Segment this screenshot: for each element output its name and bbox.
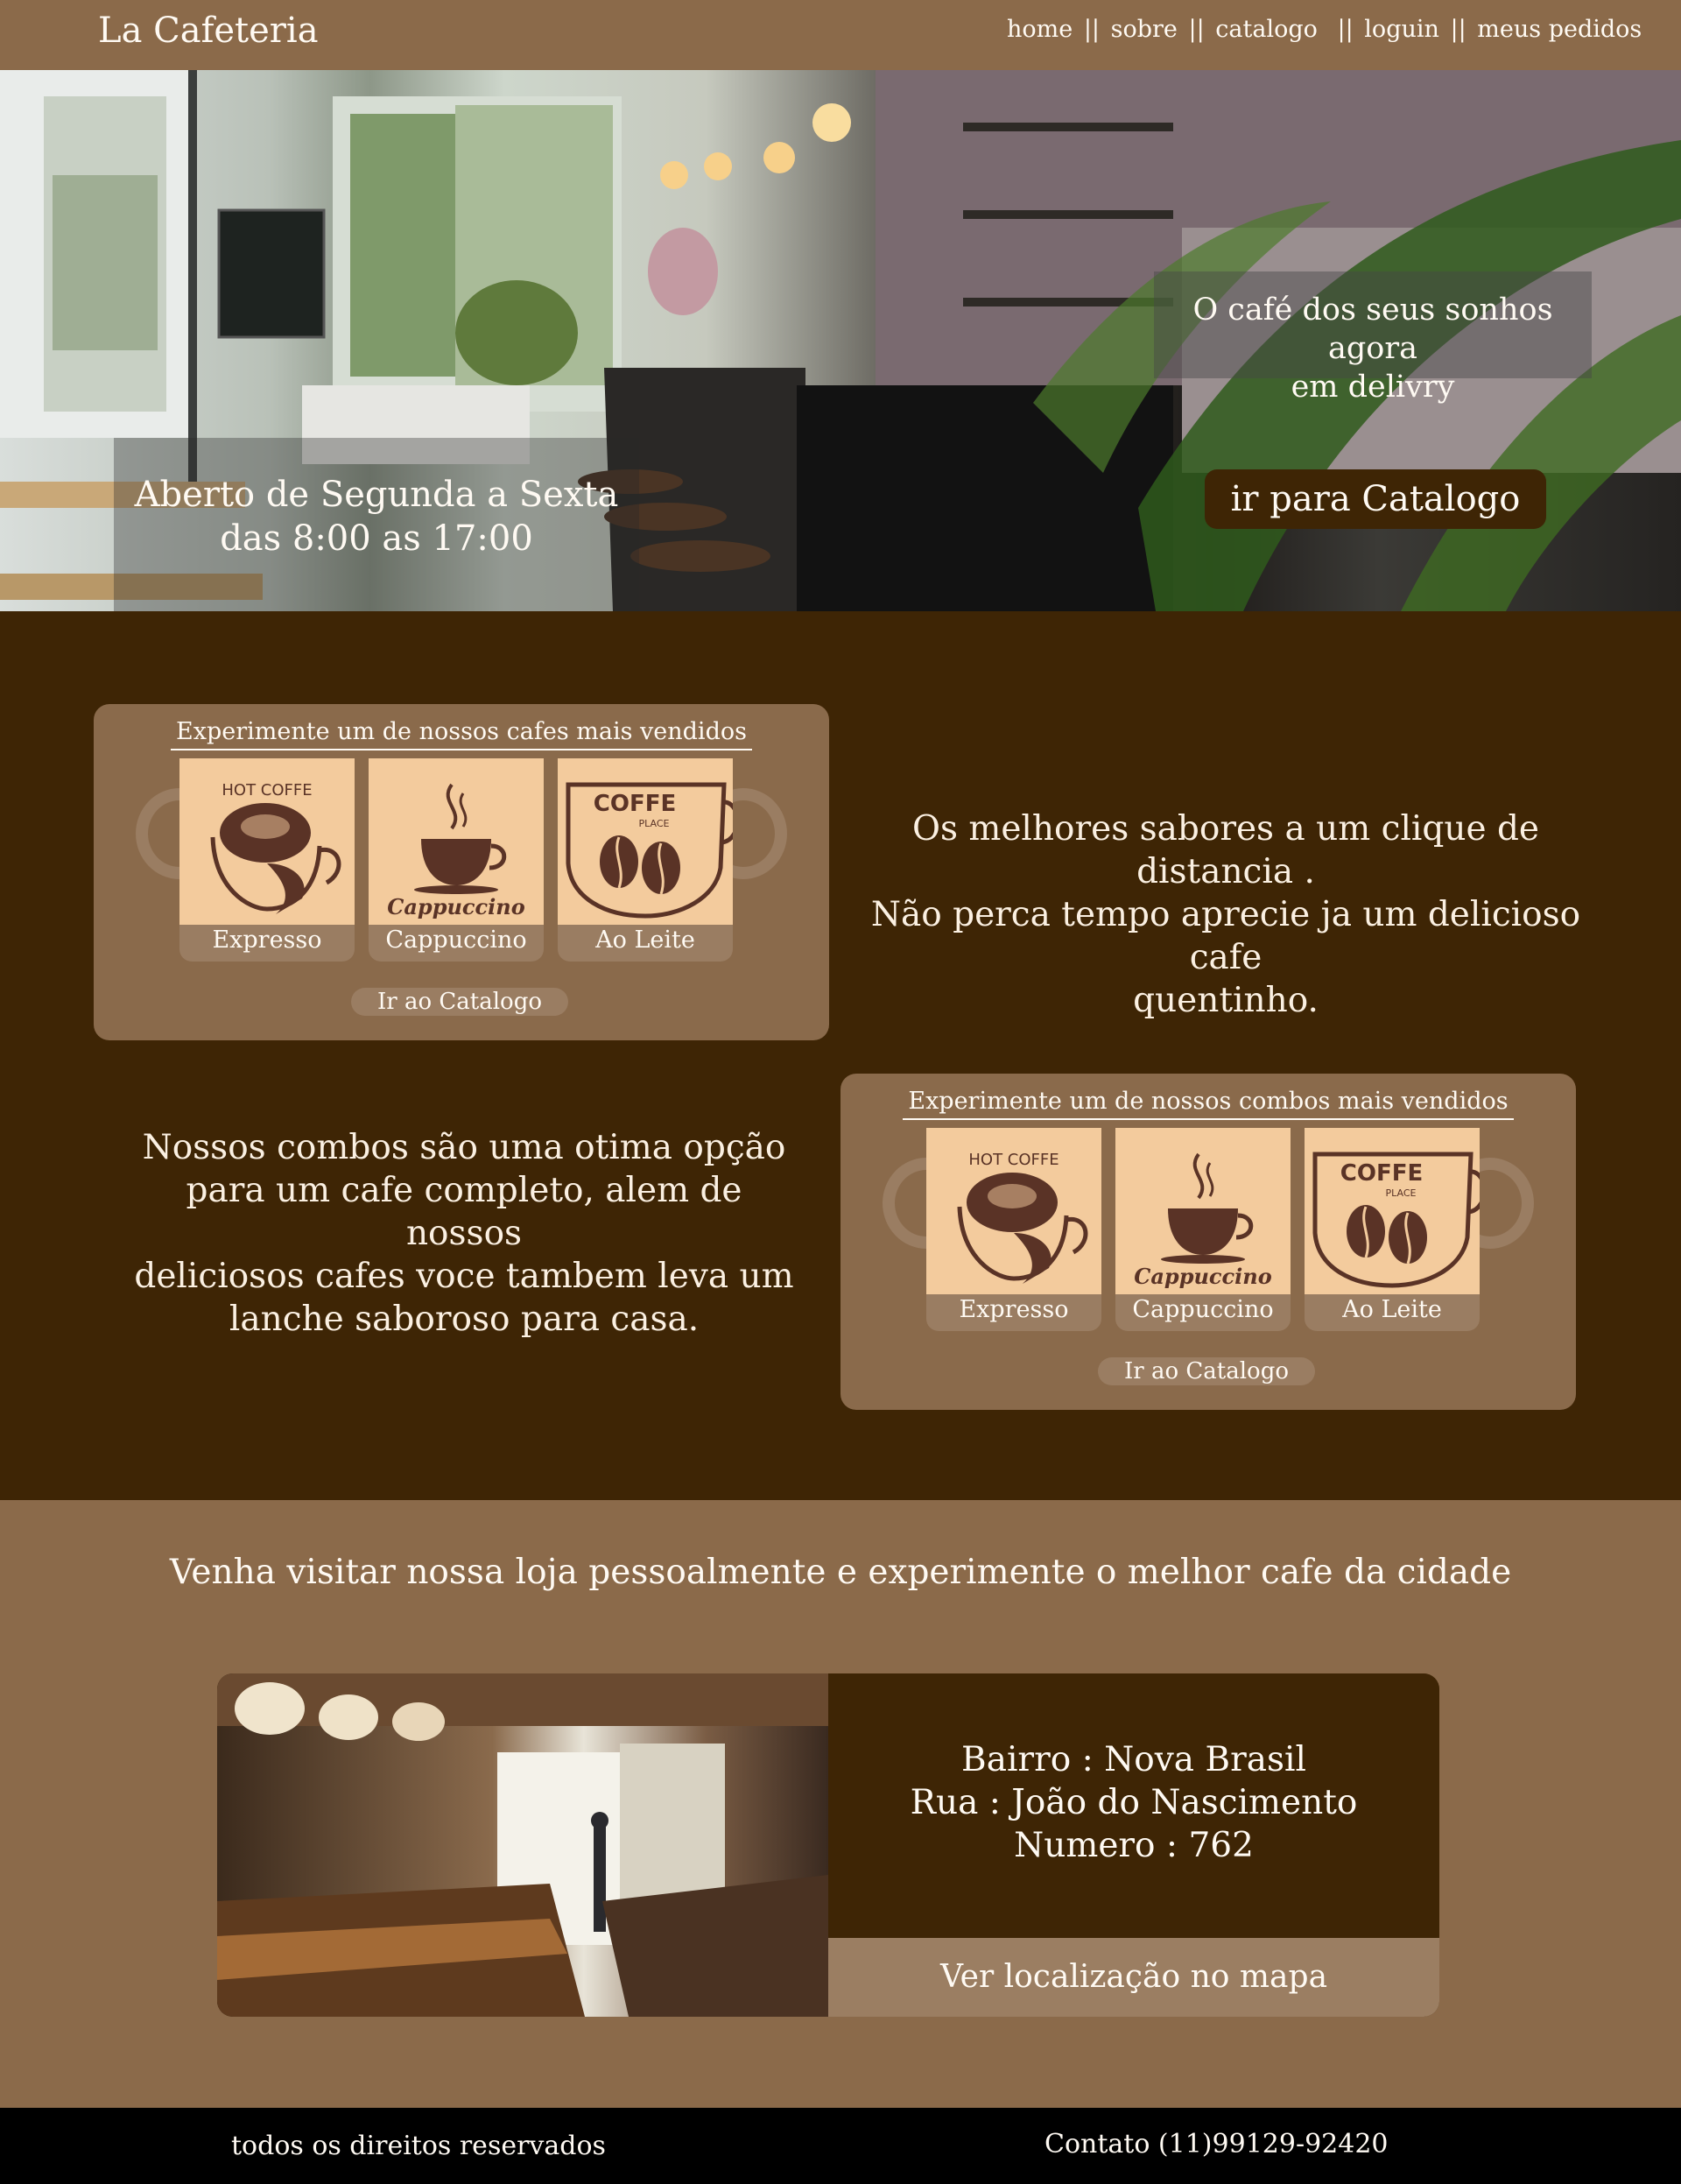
product-label: Cappuccino (385, 926, 527, 954)
product-label: Expresso (212, 926, 322, 954)
best-sellers-combos-card: Experimente um de nossos combos mais ven… (840, 1074, 1576, 1410)
card-title: Experimente um de nossos cafes mais vend… (94, 718, 829, 750)
promo-line: Nossos combos são uma otima opção (142, 1128, 786, 1167)
nav-home[interactable]: home (1007, 16, 1073, 43)
nav-sobre[interactable]: sobre (1111, 16, 1178, 43)
product-card-ao-leite[interactable]: COFFE PLACE Ao Leite (558, 758, 733, 962)
svg-text:Cappuccino: Cappuccino (387, 894, 524, 919)
footer-rights: todos os direitos reservados (231, 2131, 606, 2161)
nav-separator: || (1450, 16, 1466, 43)
site-footer: todos os direitos reservados Contato (11… (0, 2108, 1681, 2184)
visit-store-section: Venha visitar nossa loja pessoalmente e … (0, 1500, 1681, 2108)
promo-line: quentinho. (1133, 981, 1319, 1020)
coffee-place-icon: COFFE PLACE (1305, 1128, 1480, 1294)
promo-line: Os melhores sabores a um clique de dista… (911, 809, 1540, 891)
hours-time: das 8:00 as 17:00 (220, 518, 533, 559)
product-label: Expresso (959, 1296, 1069, 1323)
nav-separator: || (1188, 16, 1205, 43)
product-card-cappuccino[interactable]: Cappuccino Cappuccino (1115, 1128, 1291, 1331)
card-catalog-button[interactable]: Ir ao Catalogo (1098, 1357, 1315, 1385)
nav-separator: || (1337, 16, 1354, 43)
product-card-ao-leite[interactable]: COFFE PLACE Ao Leite (1305, 1128, 1480, 1331)
view-map-button[interactable]: Ver localização no mapa (828, 1938, 1439, 2017)
product-label: Ao Leite (595, 926, 695, 954)
coffee-place-icon: COFFE PLACE (558, 758, 733, 925)
hot-coffee-icon: HOT COFFE (926, 1128, 1101, 1294)
store-interior-photo (217, 1673, 828, 2017)
brand-logo[interactable]: La Cafeteria (98, 11, 319, 51)
cafes-promo-text: Os melhores sabores a um clique de dista… (840, 807, 1611, 1022)
store-card: Bairro : Nova Brasil Rua : João do Nasci… (217, 1673, 1439, 2017)
svg-text:HOT COFFE: HOT COFFE (968, 1151, 1059, 1169)
promo-line: deliciosos cafes voce tambem leva um (134, 1257, 794, 1296)
hero-tagline: O café dos seus sonhos agora em delivry (1154, 291, 1592, 406)
nav-separator: || (1083, 16, 1101, 43)
product-card-expresso[interactable]: HOT COFFE Expresso (179, 758, 355, 962)
svg-text:COFFE: COFFE (594, 791, 676, 817)
nav-catalogo[interactable]: catalogo (1215, 16, 1318, 43)
address-numero: Numero : 762 (1014, 1826, 1254, 1865)
svg-text:PLACE: PLACE (1386, 1187, 1417, 1199)
opening-hours: Aberto de Segunda a Sexta das 8:00 as 17… (114, 473, 639, 560)
promo-line: Não perca tempo aprecie ja um delicioso … (870, 895, 1581, 977)
svg-text:Cappuccino: Cappuccino (1134, 1264, 1271, 1289)
hero-banner: Aberto de Segunda a Sexta das 8:00 as 17… (0, 70, 1681, 611)
address-bairro: Bairro : Nova Brasil (961, 1740, 1306, 1779)
promo-line: lanche saboroso para casa. (229, 1300, 700, 1339)
tagline-line-2: em delivry (1291, 370, 1455, 405)
site-header: La Cafeteria home || sobre || catalogo |… (0, 0, 1681, 70)
nav-meus-pedidos[interactable]: meus pedidos (1477, 16, 1642, 43)
svg-text:COFFE: COFFE (1340, 1160, 1423, 1187)
featured-section: Experimente um de nossos cafes mais vend… (0, 611, 1681, 1500)
card-catalog-button[interactable]: Ir ao Catalogo (351, 988, 568, 1016)
store-address-panel: Bairro : Nova Brasil Rua : João do Nasci… (828, 1673, 1439, 1938)
nav-loguin[interactable]: loguin (1364, 16, 1439, 43)
card-title: Experimente um de nossos combos mais ven… (840, 1088, 1576, 1120)
visit-title: Venha visitar nossa loja pessoalmente e … (169, 1553, 1512, 1592)
best-sellers-cafes-card: Experimente um de nossos cafes mais vend… (94, 704, 829, 1040)
product-card-expresso[interactable]: HOT COFFE Expresso (926, 1128, 1101, 1331)
product-label: Cappuccino (1132, 1296, 1274, 1323)
svg-text:HOT COFFE: HOT COFFE (222, 781, 312, 800)
address-rua: Rua : João do Nascimento (910, 1783, 1358, 1822)
promo-line: para um cafe completo, alem de nossos (186, 1171, 742, 1253)
product-card-cappuccino[interactable]: Cappuccino Cappuccino (369, 758, 544, 962)
hours-days: Aberto de Segunda a Sexta (134, 475, 619, 515)
product-label: Ao Leite (1342, 1296, 1442, 1323)
cappuccino-icon: Cappuccino (369, 758, 544, 925)
main-nav: home || sobre || catalogo || loguin || m… (1007, 16, 1642, 43)
store-address: Bairro : Nova Brasil Rua : João do Nasci… (828, 1738, 1439, 1867)
go-to-catalog-button[interactable]: ir para Catalogo (1205, 469, 1546, 529)
combos-promo-text: Nossos combos são uma otima opção para u… (131, 1126, 797, 1341)
footer-contact[interactable]: Contato (11)99129-92420 (1044, 2129, 1389, 2159)
cappuccino-icon: Cappuccino (1115, 1128, 1291, 1294)
hot-coffee-icon: HOT COFFE (179, 758, 355, 925)
tagline-line-1: O café dos seus sonhos agora (1192, 292, 1553, 366)
svg-text:PLACE: PLACE (639, 818, 670, 829)
